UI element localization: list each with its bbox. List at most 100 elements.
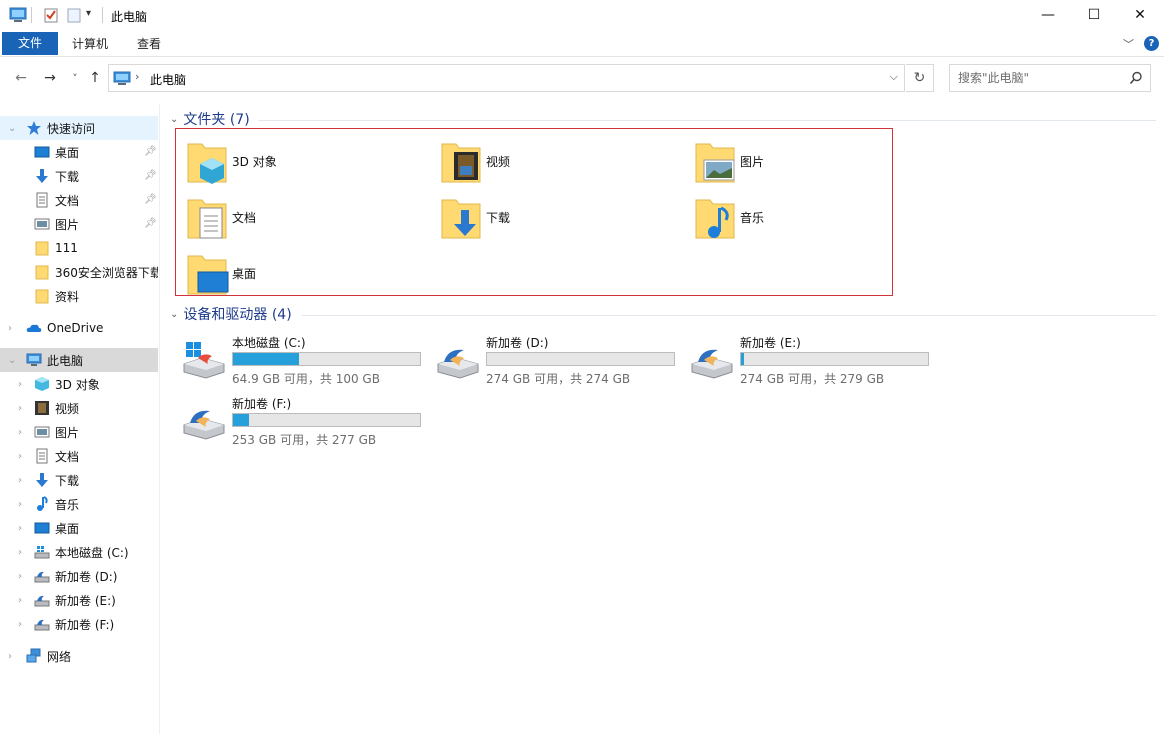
drive-tile-f[interactable]: 新加卷 (F:) 253 GB 可用，共 277 GB bbox=[182, 395, 432, 447]
sidebar-item-videos[interactable]: › 视频 bbox=[0, 396, 158, 420]
sidebar-item-folder-111[interactable]: 111 bbox=[0, 236, 158, 260]
tab-file[interactable]: 文件 bbox=[2, 32, 58, 55]
sidebar-item-network[interactable]: › 网络 bbox=[0, 644, 158, 668]
address-dropdown-icon[interactable]: ⌵ bbox=[890, 70, 898, 84]
chevron-right-icon[interactable]: › bbox=[18, 379, 22, 390]
chevron-right-icon[interactable]: › bbox=[18, 475, 22, 486]
pin-icon[interactable]: 📌︎ bbox=[144, 146, 157, 157]
chevron-down-icon[interactable]: ⌄ bbox=[170, 114, 178, 125]
picture-icon bbox=[34, 218, 50, 230]
chevron-right-icon[interactable]: › bbox=[8, 323, 12, 334]
folder-tile-desktop[interactable]: 桌面 bbox=[186, 250, 416, 300]
sidebar-item-pictures[interactable]: 图片 📌︎ bbox=[0, 212, 158, 236]
folder-label: 下载 bbox=[486, 211, 511, 225]
tab-view[interactable]: 查看 bbox=[124, 33, 174, 55]
ribbon-expand-icon[interactable]: ﹀ bbox=[1123, 36, 1134, 52]
folders-group-header[interactable]: ⌄ 文件夹 (7) bbox=[170, 109, 250, 129]
drive-icon bbox=[183, 410, 225, 440]
title-bar: ▾ 此电脑 — ☐ ✕ bbox=[0, 0, 1164, 31]
chevron-right-icon[interactable]: › bbox=[18, 523, 22, 534]
drive-free-space: 274 GB 可用，共 279 GB bbox=[740, 372, 885, 386]
sidebar-item-quick-access[interactable]: ⌄ 快速访问 bbox=[0, 116, 158, 140]
up-arrow-icon: ↑ bbox=[89, 70, 101, 86]
drive-tile-d[interactable]: 新加卷 (D:) 274 GB 可用，共 274 GB bbox=[436, 334, 686, 386]
new-folder-icon[interactable] bbox=[66, 7, 82, 23]
picture-icon bbox=[34, 426, 50, 438]
breadcrumb-separator-icon[interactable]: › bbox=[135, 70, 139, 83]
sidebar-item-this-pc[interactable]: ⌄ 此电脑 bbox=[0, 348, 158, 372]
search-icon[interactable] bbox=[1129, 71, 1143, 85]
sidebar-item-label: 图片 bbox=[55, 217, 80, 232]
folder-tile-3d-objects[interactable]: 3D 对象 bbox=[186, 138, 416, 188]
chevron-right-icon[interactable]: › bbox=[18, 403, 22, 414]
pin-icon[interactable]: 📌︎ bbox=[144, 170, 157, 181]
sidebar-item-label: 111 bbox=[55, 241, 78, 255]
minimize-button[interactable]: — bbox=[1025, 0, 1071, 30]
pin-icon[interactable]: 📌︎ bbox=[144, 194, 157, 205]
sidebar-item-drive-e[interactable]: › 新加卷 (E:) bbox=[0, 588, 158, 612]
refresh-button[interactable]: ↻ bbox=[906, 64, 934, 92]
folder-tile-downloads[interactable]: 下载 bbox=[440, 194, 670, 244]
refresh-icon: ↻ bbox=[913, 70, 926, 86]
chevron-down-icon[interactable]: ⌄ bbox=[8, 355, 16, 366]
drive-name: 新加卷 (D:) bbox=[486, 336, 549, 350]
folder-tile-documents[interactable]: 文档 bbox=[186, 194, 416, 244]
sidebar-item-pc-documents[interactable]: › 文档 bbox=[0, 444, 158, 468]
sidebar-item-label: 本地磁盘 (C:) bbox=[55, 545, 129, 560]
back-button[interactable]: ← bbox=[11, 66, 31, 90]
drives-group-header[interactable]: ⌄ 设备和驱动器 (4) bbox=[170, 304, 292, 324]
sidebar-item-3d-objects[interactable]: › 3D 对象 bbox=[0, 372, 158, 396]
chevron-right-icon[interactable]: › bbox=[18, 619, 22, 630]
folder-tile-videos[interactable]: 视频 bbox=[440, 138, 670, 188]
close-icon: ✕ bbox=[1134, 7, 1146, 23]
address-bar[interactable]: › 此电脑 ⌵ bbox=[108, 64, 905, 92]
sidebar-item-desktop[interactable]: 桌面 📌︎ bbox=[0, 140, 158, 164]
help-icon[interactable]: ? bbox=[1144, 36, 1159, 51]
chevron-right-icon[interactable]: › bbox=[18, 427, 22, 438]
breadcrumb[interactable]: 此电脑 bbox=[150, 71, 186, 88]
sidebar-item-pc-pictures[interactable]: › 图片 bbox=[0, 420, 158, 444]
sidebar-item-pc-desktop[interactable]: › 桌面 bbox=[0, 516, 158, 540]
forward-button[interactable]: → bbox=[40, 66, 60, 90]
sidebar-item-drive-c[interactable]: › 本地磁盘 (C:) bbox=[0, 540, 158, 564]
sidebar-item-downloads[interactable]: 下载 📌︎ bbox=[0, 164, 158, 188]
up-button[interactable]: ↑ bbox=[85, 66, 105, 90]
folder-tile-music[interactable]: 音乐 bbox=[694, 194, 884, 244]
close-button[interactable]: ✕ bbox=[1117, 0, 1163, 30]
folder-tile-pictures[interactable]: 图片 bbox=[694, 138, 884, 188]
drive-usage-bar bbox=[232, 352, 421, 366]
chevron-down-icon[interactable]: ⌄ bbox=[170, 309, 178, 320]
chevron-right-icon[interactable]: › bbox=[18, 499, 22, 510]
properties-icon[interactable] bbox=[43, 7, 59, 23]
sidebar-item-documents[interactable]: 文档 📌︎ bbox=[0, 188, 158, 212]
sidebar-item-drive-f[interactable]: › 新加卷 (F:) bbox=[0, 612, 158, 636]
chevron-right-icon[interactable]: › bbox=[18, 571, 22, 582]
chevron-right-icon[interactable]: › bbox=[8, 651, 12, 662]
recent-locations-button[interactable]: ˅ bbox=[65, 66, 85, 90]
drive-tile-c[interactable]: 本地磁盘 (C:) 64.9 GB 可用，共 100 GB bbox=[182, 334, 432, 386]
sidebar-item-onedrive[interactable]: › OneDrive bbox=[0, 316, 158, 340]
folder-label: 视频 bbox=[486, 155, 511, 169]
search-box[interactable] bbox=[949, 64, 1151, 92]
film-icon bbox=[35, 401, 49, 415]
pin-icon[interactable]: 📌︎ bbox=[144, 218, 157, 229]
tab-computer[interactable]: 计算机 bbox=[62, 33, 118, 55]
sidebar-item-pc-downloads[interactable]: › 下载 bbox=[0, 468, 158, 492]
chevron-down-icon[interactable]: ⌄ bbox=[8, 123, 16, 134]
sidebar-item-materials[interactable]: 资料 bbox=[0, 284, 158, 308]
drive-tile-e[interactable]: 新加卷 (E:) 274 GB 可用，共 279 GB bbox=[690, 334, 940, 386]
sidebar-item-360-downloads[interactable]: 360安全浏览器下载 bbox=[0, 260, 158, 284]
sidebar-item-music[interactable]: › 音乐 bbox=[0, 492, 158, 516]
quick-access-dropdown-icon[interactable]: ▾ bbox=[86, 8, 91, 19]
sidebar-item-drive-d[interactable]: › 新加卷 (D:) bbox=[0, 564, 158, 588]
group-divider bbox=[302, 315, 1156, 316]
ribbon-tabs: 文件 计算机 查看 ﹀ bbox=[0, 31, 1164, 57]
search-input[interactable] bbox=[958, 70, 1123, 86]
chevron-right-icon[interactable]: › bbox=[18, 547, 22, 558]
sidebar-item-label: 图片 bbox=[55, 425, 80, 440]
chevron-right-icon[interactable]: › bbox=[18, 451, 22, 462]
computer-icon bbox=[26, 353, 42, 366]
chevron-right-icon[interactable]: › bbox=[18, 595, 22, 606]
window-title: 此电脑 bbox=[111, 10, 148, 24]
maximize-button[interactable]: ☐ bbox=[1071, 0, 1117, 30]
